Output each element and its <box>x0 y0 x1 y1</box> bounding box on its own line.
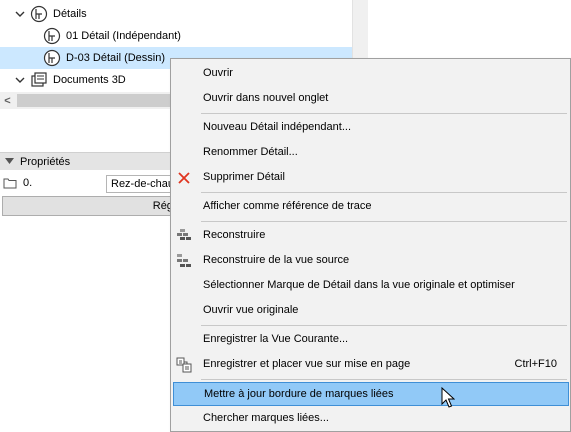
menu-item-show-trace-reference[interactable]: Afficher comme référence de trace <box>173 195 569 219</box>
tree-item-label: Détails <box>53 8 87 20</box>
menu-item-label: Reconstruire <box>203 229 266 241</box>
menu-separator <box>201 192 567 193</box>
tree-item-label: D-03 Détail (Dessin) <box>66 52 166 64</box>
properties-field-label: 0. <box>23 177 33 189</box>
menu-item-label: Enregistrer la Vue Courante... <box>203 333 349 345</box>
menu-separator <box>201 325 567 326</box>
menu-separator <box>201 379 567 380</box>
menu-item-find-linked-markers[interactable]: Chercher marques liées... <box>173 407 569 431</box>
properties-title: Propriétés <box>20 155 71 168</box>
menu-item-save-current-view[interactable]: Enregistrer la Vue Courante... <box>173 328 569 352</box>
detail-icon <box>43 27 61 45</box>
chevron-down-icon[interactable] <box>14 74 26 86</box>
rebuild-icon <box>175 227 193 245</box>
tree-item-label: Documents 3D <box>53 74 126 86</box>
tree-item-detail-01[interactable]: 01 Détail (Indépendant) <box>0 25 352 47</box>
menu-item-shortcut: Ctrl+F10 <box>514 358 558 370</box>
menu-item-rebuild[interactable]: Reconstruire <box>173 224 569 248</box>
menu-item-update-linked-markers-border[interactable]: Mettre à jour bordure de marques liées <box>173 382 569 406</box>
detail-folder-icon <box>30 5 48 23</box>
menu-item-save-and-place-view[interactable]: Enregistrer et placer vue sur mise en pa… <box>173 353 569 377</box>
document-3d-icon <box>30 71 48 89</box>
detail-icon <box>43 49 61 67</box>
collapse-triangle-icon[interactable] <box>5 156 14 168</box>
tree-item-label: 01 Détail (Indépendant) <box>66 30 181 42</box>
menu-item-label: Chercher marques liées... <box>203 412 329 424</box>
scroll-left-icon[interactable]: < <box>2 95 13 107</box>
context-menu: Ouvrir Ouvrir dans nouvel onglet Nouveau… <box>170 58 571 432</box>
rebuild-source-icon <box>175 252 193 270</box>
menu-separator <box>201 113 567 114</box>
menu-item-label: Ouvrir dans nouvel onglet <box>203 92 329 104</box>
menu-item-label: Supprimer Détail <box>203 171 285 183</box>
tree-item-details[interactable]: Détails <box>0 3 352 25</box>
menu-item-open-original-view[interactable]: Ouvrir vue originale <box>173 299 569 323</box>
menu-item-label: Afficher comme référence de trace <box>203 200 372 212</box>
menu-item-label: Sélectionner Marque de Détail dans la vu… <box>203 279 515 291</box>
menu-item-label: Enregistrer et placer vue sur mise en pa… <box>203 358 411 370</box>
menu-separator <box>201 221 567 222</box>
menu-item-label: Ouvrir <box>203 67 233 79</box>
menu-item-label: Nouveau Détail indépendant... <box>203 121 351 133</box>
folder-icon <box>3 177 17 189</box>
menu-item-select-detail-marker[interactable]: Sélectionner Marque de Détail dans la vu… <box>173 274 569 298</box>
menu-item-rename-detail[interactable]: Renommer Détail... <box>173 141 569 165</box>
menu-item-label: Renommer Détail... <box>203 146 298 158</box>
menu-item-label: Reconstruire de la vue source <box>203 254 350 266</box>
menu-item-rebuild-from-source[interactable]: Reconstruire de la vue source <box>173 249 569 273</box>
save-place-icon <box>175 356 193 374</box>
menu-item-label: Ouvrir vue originale <box>203 304 299 316</box>
menu-item-new-detail[interactable]: Nouveau Détail indépendant... <box>173 116 569 140</box>
mouse-pointer-icon <box>441 387 455 408</box>
menu-item-label: Mettre à jour bordure de marques liées <box>204 388 394 400</box>
delete-x-icon <box>175 169 193 187</box>
menu-item-delete-detail[interactable]: Supprimer Détail <box>173 166 569 190</box>
menu-item-open[interactable]: Ouvrir <box>173 62 569 86</box>
chevron-down-icon[interactable] <box>14 8 26 20</box>
menu-item-open-new-tab[interactable]: Ouvrir dans nouvel onglet <box>173 87 569 111</box>
